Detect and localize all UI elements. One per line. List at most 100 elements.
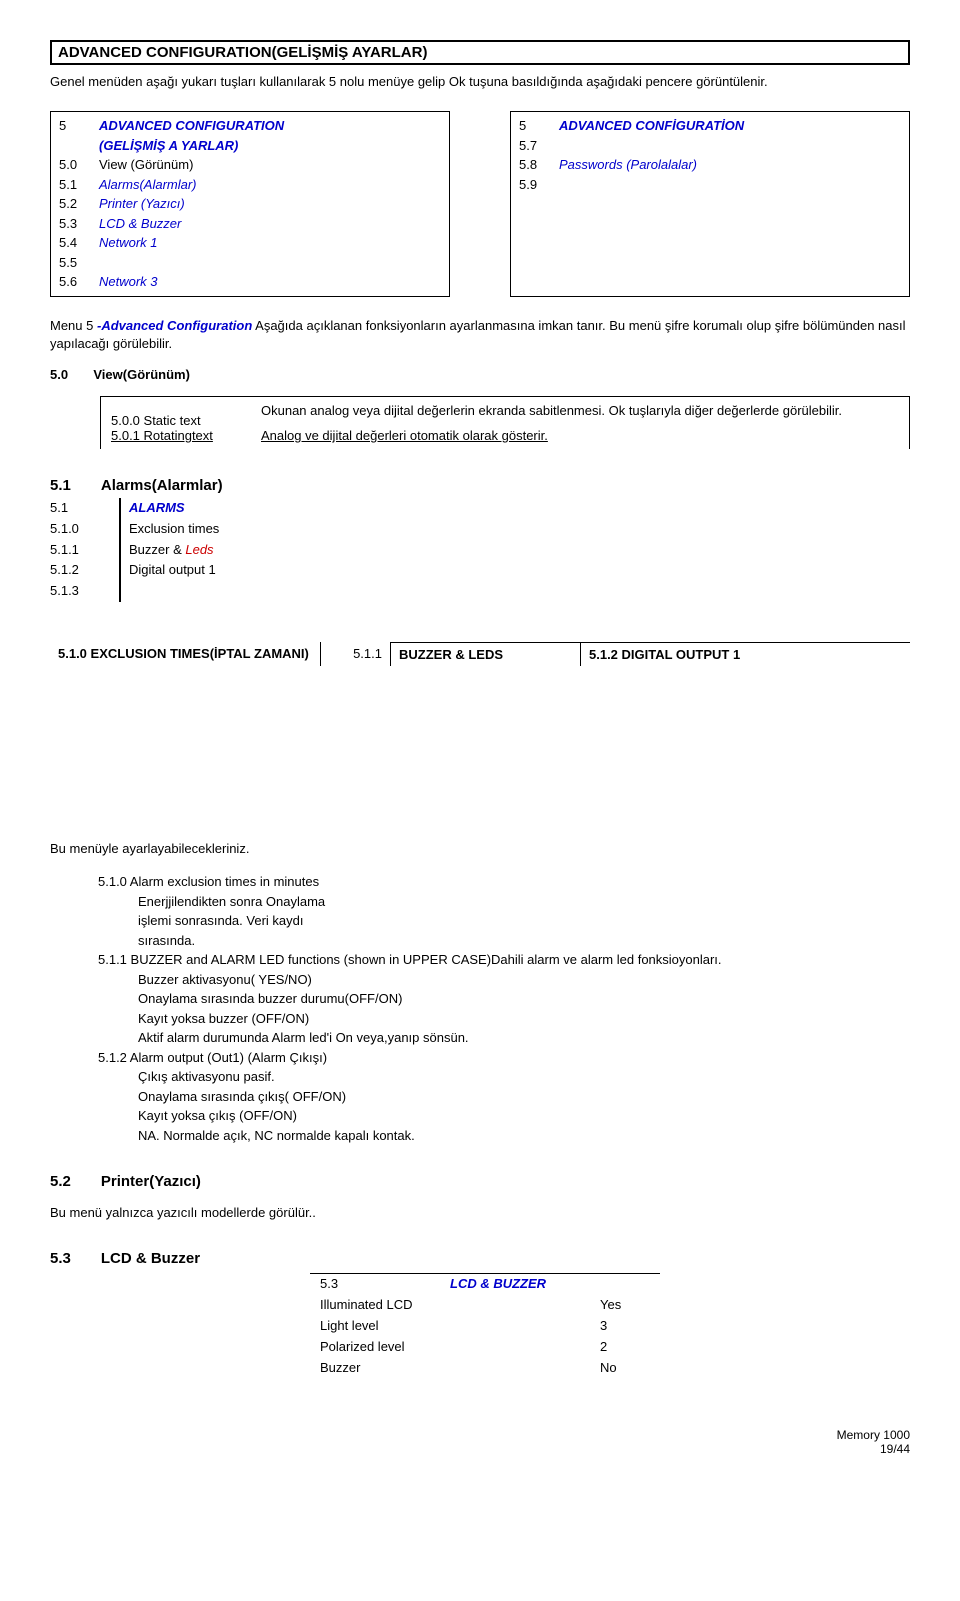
list-item: Onaylama sırasında çıkış( OFF/ON): [98, 1087, 910, 1107]
s50-r2-left: 5.0.1 Rotatingtext: [111, 428, 261, 443]
menu-label: LCD & Buzzer: [99, 214, 181, 234]
menu-label: View (Görünüm): [99, 155, 193, 175]
alarms-right-col: ALARMSExclusion timesBuzzer & LedsDigita…: [120, 498, 219, 602]
menu-left-row: 5.4Network 1: [59, 233, 441, 253]
settings-list: 5.1.0 Alarm exclusion times in minutesEn…: [98, 872, 910, 1145]
lcd-buzzer-table: 5.3 LCD & BUZZER Illuminated LCDYesLight…: [310, 1273, 660, 1378]
lcd-row: Illuminated LCDYes: [310, 1295, 660, 1316]
list-item: Kayıt yoksa buzzer (OFF/ON): [98, 1009, 910, 1029]
menu-num: 5.2: [59, 194, 99, 214]
menu-left-row: 5.2Printer (Yazıcı): [59, 194, 441, 214]
list-item: 5.1.0 Alarm exclusion times in minutes: [98, 872, 910, 892]
menu-left-row: 5.5: [59, 253, 441, 273]
s50-title: View(Görünüm): [93, 367, 190, 382]
section-5-1-head: 5.1 Alarms(Alarmlar): [50, 477, 910, 494]
list-item: Aktif alarm durumunda Alarm led'i On vey…: [98, 1028, 910, 1048]
menu-num: 5.5: [59, 253, 99, 273]
menu-num: 5.1: [59, 175, 99, 195]
s52-num: 5.2: [50, 1173, 71, 1190]
menu-right-row: 5.9: [519, 175, 901, 195]
list-item: Çıkış aktivasyonu pasif.: [98, 1067, 910, 1087]
footer-page: 19/44: [50, 1442, 910, 1456]
alarms-table: 5.15.1.05.1.15.1.25.1.3 ALARMSExclusion …: [50, 498, 910, 602]
menu-label: ADVANCED CONFIGURATION: [99, 116, 284, 136]
lcd-head-num: 5.3: [320, 1274, 450, 1295]
menu-right-table: 5ADVANCED CONFİGURATİON5.75.8Passwords (…: [510, 111, 910, 297]
alarm-num: 5.1.2: [50, 560, 119, 581]
list-item: Onaylama sırasında buzzer durumu(OFF/ON): [98, 989, 910, 1009]
lcd-row: Light level3: [310, 1316, 660, 1337]
section-5-0-head: 5.0 View(Görünüm): [50, 367, 910, 382]
menu-label: Network 3: [99, 272, 158, 292]
menu-label: Network 1: [99, 233, 158, 253]
menu-right-row: 5.7: [519, 136, 901, 156]
menu-num: 5.3: [59, 214, 99, 234]
triple-c3: 5.1.2 DIGITAL OUTPUT 1: [580, 642, 910, 666]
menu-left-row: (GELİŞMİŞ A YARLAR): [59, 136, 441, 156]
menu5-description: Menu 5 -Advanced Configuration Aşağıda a…: [50, 317, 910, 353]
s50-r1-right: Okunan analog veya dijital değerlerin ek…: [261, 403, 899, 428]
menu-label: Alarms(Alarmlar): [99, 175, 197, 195]
list-item: 5.1.1 BUZZER and ALARM LED functions (sh…: [98, 950, 910, 970]
footer-product: Memory 1000: [50, 1428, 910, 1442]
section-5-2-head: 5.2 Printer(Yazıcı): [50, 1173, 910, 1190]
menu-label: Printer (Yazıcı): [99, 194, 185, 214]
lcd-head-title: LCD & BUZZER: [450, 1274, 600, 1295]
list-item: NA. Normalde açık, NC normalde kapalı ko…: [98, 1126, 910, 1146]
alarm-label: [129, 581, 219, 602]
s53-num: 5.3: [50, 1250, 71, 1267]
menu-num: 5.0: [59, 155, 99, 175]
page-footer: Memory 1000 19/44: [50, 1428, 910, 1456]
list-item: Enerjjilendikten sonra Onaylama: [98, 892, 910, 912]
alarms-left-col: 5.15.1.05.1.15.1.25.1.3: [50, 498, 120, 602]
section-5-3-head: 5.3 LCD & Buzzer: [50, 1250, 910, 1267]
s50-box: 5.0.0 Static text Okunan analog veya dij…: [100, 396, 910, 449]
list-item: 5.1.2 Alarm output (Out1) (Alarm Çıkışı): [98, 1048, 910, 1068]
lcd-row: Polarized level2: [310, 1337, 660, 1358]
triple-c1: 5.1.0 EXCLUSION TIMES(İPTAL ZAMANI): [50, 642, 320, 666]
list-item: işlemi sonrasında. Veri kaydı: [98, 911, 910, 931]
menu-left-row: 5.1Alarms(Alarmlar): [59, 175, 441, 195]
menu-left-row: 5.0View (Görünüm): [59, 155, 441, 175]
menu5-pre: Menu 5: [50, 318, 97, 333]
alarm-label: ALARMS: [129, 498, 219, 519]
alarm-num: 5.1.1: [50, 540, 119, 561]
s52-title: Printer(Yazıcı): [101, 1173, 201, 1190]
menu-label: (GELİŞMİŞ A YARLAR): [99, 136, 238, 156]
menu-num: 5.4: [59, 233, 99, 253]
s51-title: Alarms(Alarmlar): [101, 477, 223, 494]
alarm-num: 5.1.0: [50, 519, 119, 540]
s53-title: LCD & Buzzer: [101, 1250, 200, 1267]
s50-r1-left: 5.0.0 Static text: [111, 403, 261, 428]
alarm-num: 5.1.3: [50, 581, 119, 602]
menu-right-head: 5ADVANCED CONFİGURATİON: [519, 116, 901, 136]
s50-r2-right: Analog ve dijital değerleri otomatik ola…: [261, 428, 899, 443]
menu-tables-row: 5ADVANCED CONFIGURATION(GELİŞMİŞ A YARLA…: [50, 111, 910, 297]
intro-text: Genel menüden aşağı yukarı tuşları kulla…: [50, 73, 910, 91]
menu-right-row: 5.8Passwords (Parolalalar): [519, 155, 901, 175]
alarm-label: Digital output 1: [129, 560, 219, 581]
alarm-label: Exclusion times: [129, 519, 219, 540]
triple-mid: 5.1.1: [320, 642, 390, 666]
list-item: Kayıt yoksa çıkış (OFF/ON): [98, 1106, 910, 1126]
menu5-link: -Advanced Configuration: [97, 318, 252, 333]
menu-left-row: 5ADVANCED CONFIGURATION: [59, 116, 441, 136]
list-heading: Bu menüyle ayarlayabilecekleriniz.: [50, 840, 910, 858]
alarm-label: Buzzer & Leds: [129, 540, 219, 561]
triple-header-row: 5.1.0 EXCLUSION TIMES(İPTAL ZAMANI) 5.1.…: [50, 642, 910, 666]
s51-num: 5.1: [50, 477, 71, 494]
lcd-row: BuzzerNo: [310, 1358, 660, 1379]
menu-num: [59, 136, 99, 156]
list-item: sırasında.: [98, 931, 910, 951]
menu-num: 5.6: [59, 272, 99, 292]
alarm-num: 5.1: [50, 498, 119, 519]
page-title: ADVANCED CONFIGURATION(GELİŞMİŞ AYARLAR): [50, 40, 910, 65]
menu-left-row: 5.3LCD & Buzzer: [59, 214, 441, 234]
s50-num: 5.0: [50, 367, 68, 382]
menu-left-table: 5ADVANCED CONFIGURATION(GELİŞMİŞ A YARLA…: [50, 111, 450, 297]
list-item: Buzzer aktivasyonu( YES/NO): [98, 970, 910, 990]
menu-left-row: 5.6Network 3: [59, 272, 441, 292]
triple-c2: BUZZER & LEDS: [390, 642, 580, 666]
s52-desc: Bu menü yalnızca yazıcılı modellerde gör…: [50, 1204, 910, 1222]
menu-num: 5: [59, 116, 99, 136]
